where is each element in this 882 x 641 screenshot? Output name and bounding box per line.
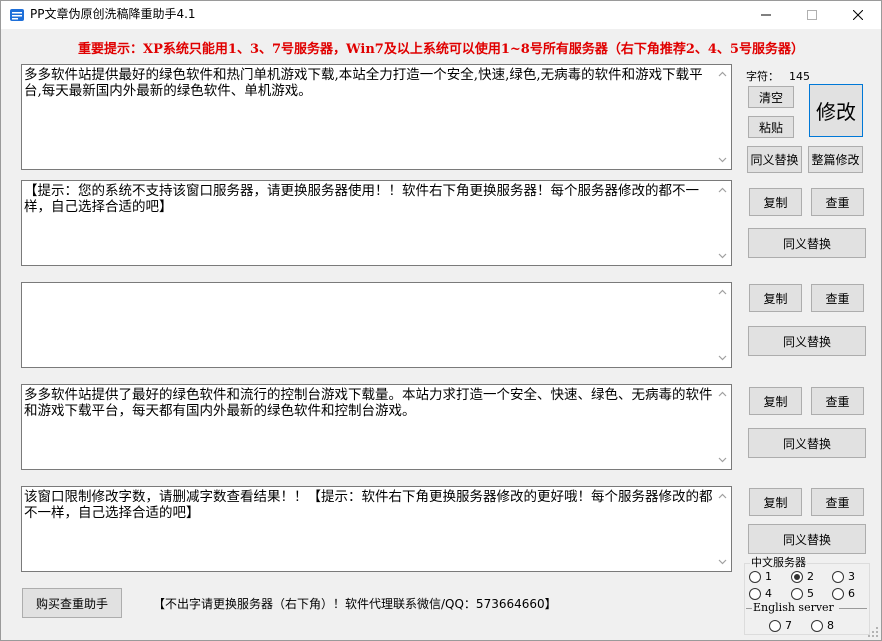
title-bar[interactable]: PP文章伪原创洗稿降重助手4.1	[1, 1, 881, 29]
warning-banner: 重要提示：XP系统只能用1、3、7号服务器，Win7及以上系统可以使用1~8号所…	[78, 42, 804, 57]
server-radio-8[interactable]: 8	[811, 619, 834, 632]
server-radio-1[interactable]: 1	[749, 570, 772, 583]
close-icon	[853, 10, 863, 20]
buy-check-tool-button[interactable]: 购买查重助手	[22, 588, 122, 618]
paste-button[interactable]: 粘贴	[748, 116, 794, 138]
modify-button[interactable]: 修改	[809, 84, 863, 137]
maximize-icon	[807, 10, 817, 20]
radio-label: 8	[827, 619, 834, 632]
check-button-4[interactable]: 查重	[811, 488, 864, 516]
english-divider-left	[746, 608, 752, 609]
server-radio-2[interactable]: 2	[791, 570, 814, 583]
input-text: 多多软件站提供最好的绿色软件和热门单机游戏下载,本站全力打造一个安全,快速,绿色…	[24, 67, 703, 99]
output-textarea-2[interactable]	[21, 282, 732, 368]
scroll-up-icon[interactable]	[718, 492, 727, 501]
server-radio-7[interactable]: 7	[769, 619, 792, 632]
char-count-label: 字符：	[746, 70, 779, 83]
check-button-3[interactable]: 查重	[811, 387, 864, 415]
radio-circle-icon	[749, 587, 761, 600]
output-scrollbar-1[interactable]	[714, 181, 731, 265]
output-textarea-1[interactable]: 【提示：您的系统不支持该窗口服务器，请更换服务器使用！！软件右下角更换服务器！每…	[21, 180, 732, 266]
scroll-up-icon[interactable]	[718, 70, 727, 79]
scroll-down-icon[interactable]	[718, 455, 727, 464]
app-logo-icon	[10, 9, 24, 21]
radio-label: 3	[848, 570, 855, 583]
copy-button-4[interactable]: 复制	[749, 488, 802, 516]
copy-button-3[interactable]: 复制	[749, 387, 802, 415]
app-window: PP文章伪原创洗稿降重助手4.1 重要提示：XP系统只能用1、3、7号服务器，W…	[0, 0, 882, 641]
output-scrollbar-3[interactable]	[714, 385, 731, 469]
scroll-up-icon[interactable]	[718, 288, 727, 297]
radio-label: 7	[785, 619, 792, 632]
maximize-button[interactable]	[789, 1, 835, 29]
close-button[interactable]	[835, 1, 881, 29]
copy-button-2[interactable]: 复制	[749, 284, 802, 312]
output-scrollbar-2[interactable]	[714, 283, 731, 367]
check-button-2[interactable]: 查重	[811, 284, 864, 312]
full-modify-button[interactable]: 整篇修改	[808, 146, 863, 173]
synonym-button-1[interactable]: 同义替换	[748, 228, 866, 258]
radio-circle-icon	[769, 619, 781, 632]
synonym-button-4[interactable]: 同义替换	[748, 524, 866, 554]
radio-label: 6	[848, 587, 855, 600]
radio-label: 1	[765, 570, 772, 583]
server-radio-5[interactable]: 5	[791, 587, 814, 600]
input-textarea[interactable]: 多多软件站提供最好的绿色软件和热门单机游戏下载,本站全力打造一个安全,快速,绿色…	[21, 64, 732, 170]
synonym-button-2[interactable]: 同义替换	[748, 326, 866, 356]
resize-grip-icon[interactable]	[867, 626, 879, 638]
output-text-3: 多多软件站提供了最好的绿色软件和流行的控制台游戏下载量。本站力求打造一个安全、快…	[24, 387, 713, 419]
server-radio-4[interactable]: 4	[749, 587, 772, 600]
radio-circle-icon	[811, 619, 823, 632]
scroll-down-icon[interactable]	[718, 251, 727, 260]
scroll-down-icon[interactable]	[718, 557, 727, 566]
chinese-server-title: 中文服务器	[750, 556, 807, 569]
radio-circle-icon	[791, 587, 803, 600]
english-divider-right	[839, 608, 867, 609]
output-textarea-3[interactable]: 多多软件站提供了最好的绿色软件和流行的控制台游戏下载量。本站力求打造一个安全、快…	[21, 384, 732, 470]
server-radio-6[interactable]: 6	[832, 587, 855, 600]
output-scrollbar-4[interactable]	[714, 487, 731, 571]
radio-label: 2	[807, 570, 814, 583]
radio-label: 4	[765, 587, 772, 600]
output-text-4: 该窗口限制修改字数，请删减字数查看结果！！【提示：软件右下角更换服务器修改的更好…	[24, 489, 713, 521]
radio-circle-icon	[832, 587, 844, 600]
radio-label: 5	[807, 587, 814, 600]
check-button-1[interactable]: 查重	[811, 188, 864, 216]
output-text-1: 【提示：您的系统不支持该窗口服务器，请更换服务器使用！！软件右下角更换服务器！每…	[24, 183, 699, 215]
char-count-value: 145	[789, 70, 810, 83]
radio-circle-icon	[832, 570, 844, 583]
scroll-down-icon[interactable]	[718, 353, 727, 362]
window-title: PP文章伪原创洗稿降重助手4.1	[30, 7, 196, 21]
english-server-title: English server	[753, 601, 834, 614]
minimize-icon	[761, 14, 771, 16]
scroll-up-icon[interactable]	[718, 186, 727, 195]
input-scrollbar[interactable]	[714, 65, 731, 169]
synonym-replace-button[interactable]: 同义替换	[747, 146, 802, 173]
radio-selected-icon	[791, 570, 803, 583]
scroll-up-icon[interactable]	[718, 390, 727, 399]
radio-circle-icon	[749, 570, 761, 583]
scroll-down-icon[interactable]	[718, 155, 727, 164]
synonym-button-3[interactable]: 同义替换	[748, 428, 866, 458]
copy-button-1[interactable]: 复制	[749, 188, 802, 216]
char-count: 字符： 145	[746, 68, 810, 84]
clear-button[interactable]: 清空	[748, 86, 794, 108]
output-textarea-4[interactable]: 该窗口限制修改字数，请删减字数查看结果！！【提示：软件右下角更换服务器修改的更好…	[21, 486, 732, 572]
footer-note: 【不出字请更换服务器（右下角）！软件代理联系微信/QQ：573664660】	[153, 597, 557, 611]
server-radio-3[interactable]: 3	[832, 570, 855, 583]
minimize-button[interactable]	[743, 1, 789, 29]
